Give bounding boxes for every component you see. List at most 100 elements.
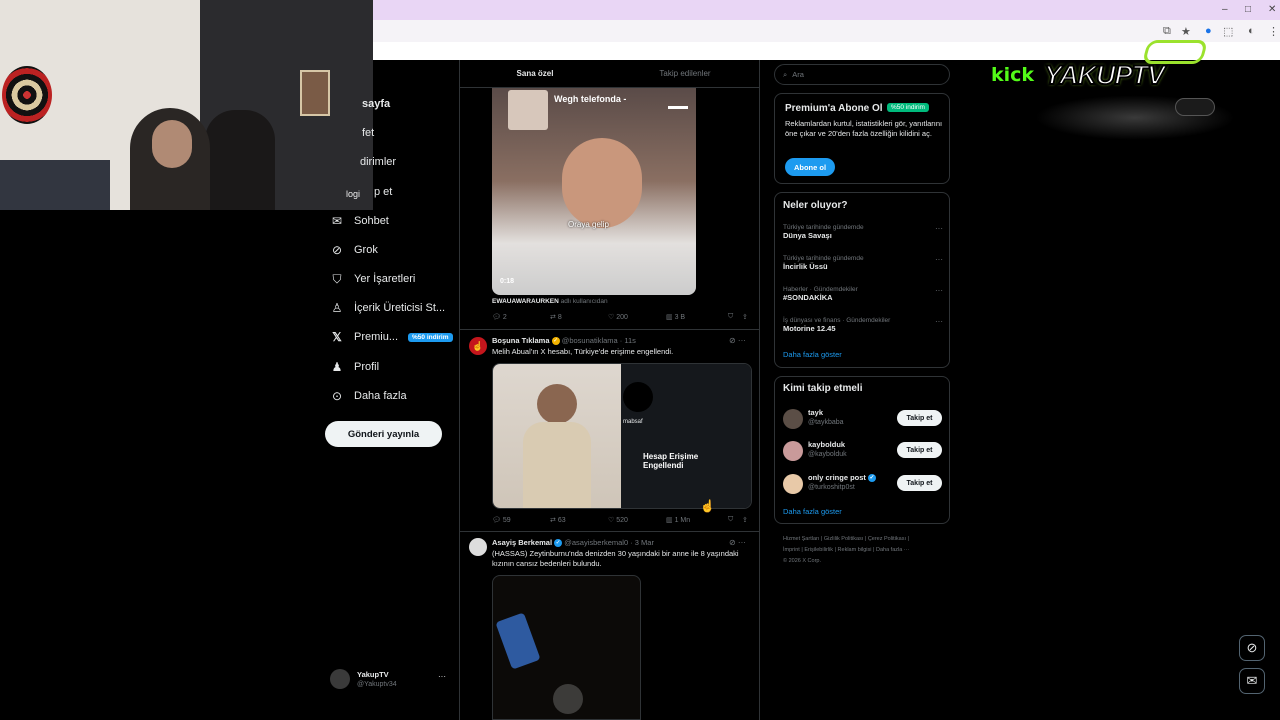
- profile-avatar-icon[interactable]: ◐: [1248, 25, 1255, 37]
- trend-item[interactable]: Haberler · Gündemdekiler #SONDAKİKA ···: [783, 286, 943, 302]
- share-icon[interactable]: ⇪: [742, 313, 748, 321]
- reply-button[interactable]: 💬︎ 59: [492, 516, 550, 524]
- footer-link[interactable]: Erişilebilirlik: [804, 547, 833, 553]
- tweet3-author[interactable]: Asayiş Berkemal: [492, 538, 552, 547]
- close-button[interactable]: ✕: [1268, 4, 1276, 15]
- play-icon[interactable]: [553, 684, 583, 714]
- bookmark-icon: ⛉: [332, 271, 342, 286]
- nav-grok[interactable]: ⊘ Grok: [330, 239, 378, 261]
- follow-button[interactable]: Takip et: [897, 475, 942, 491]
- extension-icon[interactable]: ●: [1205, 25, 1212, 37]
- like-button[interactable]: ♡ 520: [608, 516, 666, 524]
- puzzle-icon[interactable]: ⬚: [1223, 25, 1233, 38]
- footer-link[interactable]: Çerez Politikası: [868, 536, 906, 542]
- trend-item[interactable]: Türkiye tarihinde gündemde İncirlik Üssü…: [783, 255, 943, 271]
- tweet3-handle: @asayisberkemal0 · 3 Mar: [564, 538, 654, 547]
- grok-icon[interactable]: ⊘ ···: [729, 336, 746, 345]
- who-to-follow-title: Kimi takip etmeli: [783, 383, 863, 394]
- suggestion-handle: @kaybolduk: [808, 451, 847, 458]
- browser-menu-icon[interactable]: ⋮: [1268, 25, 1279, 38]
- tab-for-you[interactable]: Sana özel: [460, 60, 610, 87]
- tab-following[interactable]: Takip edilenler: [610, 60, 759, 87]
- nav-bookmarks[interactable]: ⛉ Yer İşaretleri: [330, 268, 415, 290]
- suggestion-name: only cringe post: [808, 473, 866, 482]
- share-icon[interactable]: ⇪: [742, 516, 748, 524]
- follow-suggestion[interactable]: tayk @taykbaba Takip et: [775, 407, 951, 431]
- nav-explore[interactable]: fet: [330, 122, 374, 144]
- nav-home[interactable]: sayfa: [330, 93, 390, 115]
- more-icon[interactable]: ···: [935, 224, 943, 233]
- star-icon[interactable]: ★: [1181, 25, 1191, 38]
- dartboard: [2, 66, 52, 124]
- timeline: Sana özel Takip edilenler Wegh telefonda…: [459, 60, 760, 720]
- search-input[interactable]: ⌕ Ara: [774, 64, 950, 85]
- creator-icon: ♙: [331, 301, 343, 315]
- footer-link[interactable]: İmprint: [783, 547, 800, 553]
- suggestion-name: tayk: [808, 408, 824, 417]
- footer-link[interactable]: Reklam bilgisi: [838, 547, 872, 553]
- tweet2-media[interactable]: mabsaf Hesap Erişime Engellendi: [492, 363, 752, 509]
- more-circle-icon: ⊙: [331, 389, 343, 403]
- tweet3-header: Asayiş Berkemal ✓ @asayisberkemal0 · 3 M…: [492, 538, 752, 548]
- verified-icon: ✓: [554, 539, 563, 548]
- post-button[interactable]: Gönderi yayınla: [325, 421, 442, 447]
- more-icon[interactable]: ···: [935, 317, 943, 326]
- more-icon[interactable]: ···: [935, 255, 943, 264]
- bookmark-icon[interactable]: ⛉: [728, 313, 742, 321]
- avatar: [783, 441, 803, 461]
- who-to-follow-show-more-link[interactable]: Daha fazla göster: [783, 507, 842, 516]
- minimize-button[interactable]: –: [1222, 4, 1228, 15]
- nav-more[interactable]: ⊙ Daha fazla: [330, 385, 407, 407]
- retweet-button[interactable]: ⇄ 63: [550, 516, 608, 524]
- wall-poster: [300, 70, 330, 116]
- account-switcher[interactable]: YakupTV @Yakuptv34 ···: [330, 668, 450, 692]
- retweet-button[interactable]: ⇄ 8: [550, 313, 608, 321]
- reply-button[interactable]: 💬︎ 2: [492, 313, 550, 321]
- maximize-button[interactable]: □: [1245, 4, 1251, 15]
- like-button[interactable]: ♡ 200: [608, 313, 666, 321]
- footer-link[interactable]: Gizlilik Politikası: [824, 536, 863, 542]
- video-caption-mid: Oraya gelip: [568, 220, 609, 229]
- footer-link[interactable]: Daha fazla ···: [876, 547, 909, 553]
- tweet3-media[interactable]: [492, 575, 641, 720]
- avatar[interactable]: ☝: [469, 337, 487, 355]
- trend-item[interactable]: Türkiye tarihinde gündemde Dünya Savaşı …: [783, 224, 943, 240]
- account-more-icon[interactable]: ···: [438, 672, 446, 681]
- follow-suggestion[interactable]: only cringe post ✓ @turkoshitp0st Takip …: [775, 472, 951, 496]
- person-icon: ♟: [331, 360, 343, 374]
- premium-discount-badge: %50 indirim: [408, 332, 453, 342]
- kick-logo: kick: [991, 64, 1035, 86]
- follow-button[interactable]: Takip et: [897, 410, 942, 426]
- trends-show-more-link[interactable]: Daha fazla göster: [783, 350, 842, 359]
- tweet2-author[interactable]: Boşuna Tıklama: [492, 336, 550, 345]
- mail-icon: ✉: [331, 214, 343, 228]
- nav-messages[interactable]: ✉ Sohbet: [330, 210, 389, 232]
- nav-notifications[interactable]: dirimler: [330, 151, 396, 173]
- nav-profile[interactable]: ♟ Profil: [330, 356, 379, 378]
- nav-creator-studio[interactable]: ♙ İçerik Üreticisi St...: [330, 297, 445, 319]
- avatar: [330, 669, 350, 689]
- follow-suggestion[interactable]: kaybolduk @kaybolduk Takip et: [775, 439, 951, 463]
- cast-icon[interactable]: ⧉: [1163, 25, 1171, 38]
- suggestion-handle: @turkoshitp0st: [808, 484, 855, 491]
- gamepad-icon: [1175, 98, 1215, 116]
- x-logo-icon: 𝕏: [332, 330, 342, 344]
- video-person: [562, 138, 642, 228]
- mail-icon[interactable]: ✉: [1239, 668, 1265, 694]
- nav-premium[interactable]: 𝕏 Premiu... %50 indirim: [330, 326, 453, 348]
- grok-icon[interactable]: ⊘: [1239, 635, 1265, 661]
- premium-title: Premium'a Abone Ol: [785, 103, 883, 114]
- bookmark-icon[interactable]: ⛉: [728, 516, 742, 524]
- follow-button[interactable]: Takip et: [897, 442, 942, 458]
- nav-follow[interactable]: p et: [330, 181, 392, 203]
- grok-icon[interactable]: ⊘ ···: [729, 538, 746, 547]
- tweet-video[interactable]: Wegh telefonda - Oraya gelip 0:18: [492, 88, 696, 295]
- avatar[interactable]: [469, 538, 487, 556]
- views-button[interactable]: ▥ 3 B: [666, 313, 728, 321]
- more-icon[interactable]: ···: [935, 286, 943, 295]
- views-button[interactable]: ▥ 1 Mn: [666, 516, 728, 524]
- footer-link[interactable]: Hizmet Şartları: [783, 536, 819, 542]
- trend-item[interactable]: İş dünyası ve finans · Gündemdekiler Mot…: [783, 317, 943, 333]
- tweet2-header: Boşuna Tıklama ✓ @bosunatiklama · 11s: [492, 336, 752, 346]
- subscribe-button[interactable]: Abone ol: [785, 158, 835, 176]
